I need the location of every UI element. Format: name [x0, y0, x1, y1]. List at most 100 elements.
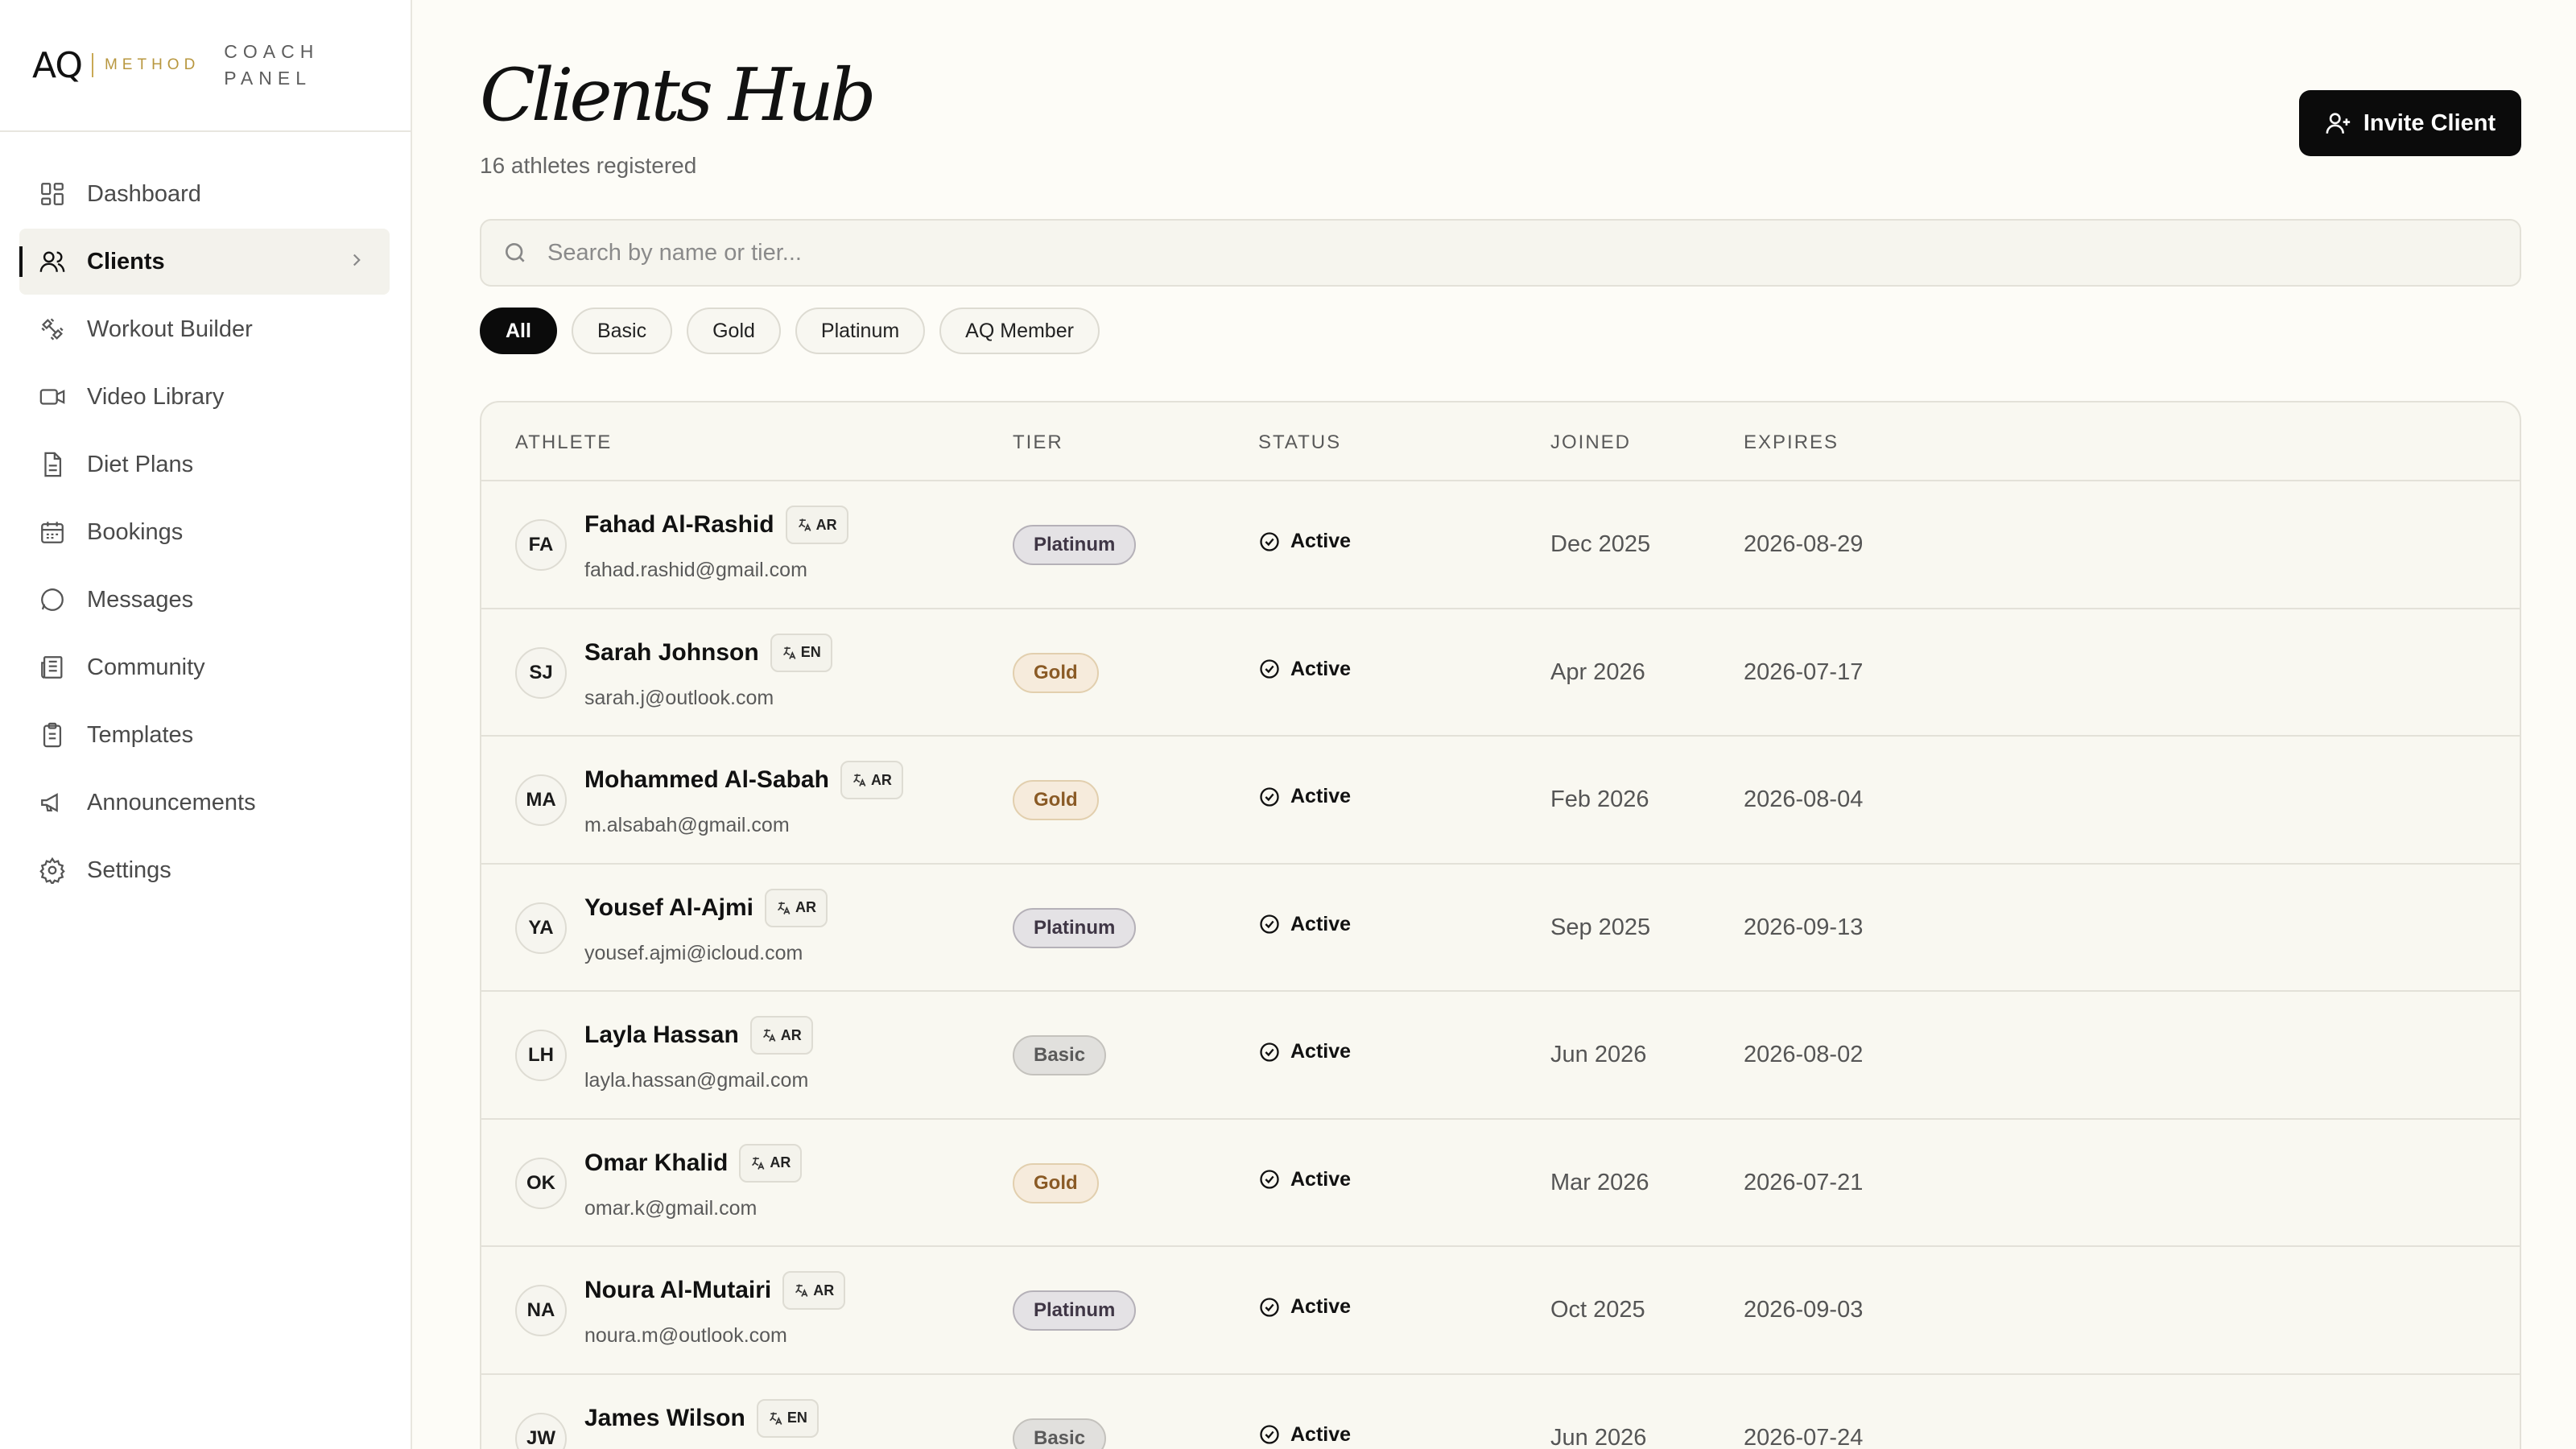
joined-date: Dec 2025 [1550, 531, 1651, 557]
tier-badge: Platinum [1013, 1290, 1137, 1331]
sidebar-item-label: Workout Builder [87, 316, 253, 342]
check-circle-icon [1258, 658, 1290, 680]
athlete-count: 16 athletes registered [480, 153, 697, 178]
megaphone-icon [39, 789, 66, 816]
expiry-date: 2026-09-03 [1744, 1297, 1864, 1323]
joined-date: Jun 2026 [1550, 1042, 1647, 1067]
language-badge: EN [756, 1398, 819, 1438]
table-row[interactable]: YA Yousef Al-Ajmi AR yousef.ajmi@icloud.com… [481, 865, 2520, 992]
brand-panel-label: COACH PANEL [224, 39, 319, 92]
sidebar-item-clients[interactable]: Clients [19, 229, 390, 295]
status-badge: Active [1258, 785, 1351, 808]
sidebar-nav: Dashboard Clients Workout Builder Video … [0, 132, 411, 903]
sidebar-item-workout-builder[interactable]: Workout Builder [19, 296, 390, 362]
filter-chip-gold[interactable]: Gold [687, 308, 781, 354]
sidebar-item-announcements[interactable]: Announcements [19, 770, 390, 836]
filter-chip-aq-member[interactable]: AQ Member [939, 308, 1100, 354]
athlete-name[interactable]: Omar Khalid [584, 1150, 728, 1177]
tier-filters: All Basic Gold Platinum AQ Member [480, 308, 1114, 354]
athlete-name[interactable]: Sarah Johnson [584, 639, 759, 667]
sidebar-item-diet-plans[interactable]: Diet Plans [19, 431, 390, 497]
status-label: Active [1290, 1295, 1352, 1318]
avatar: JW [515, 1412, 567, 1449]
filter-chip-basic[interactable]: Basic [571, 308, 673, 354]
athlete-name[interactable]: Noura Al-Mutairi [584, 1277, 771, 1304]
expiry-date: 2026-09-13 [1744, 914, 1864, 940]
column-header-tier[interactable]: TIER [1013, 431, 1063, 454]
calendar-icon [39, 518, 66, 546]
invite-client-label: Invite Client [2363, 109, 2496, 136]
table-row[interactable]: JW James Wilson EN Basic Active Jun 2026 2026-… [481, 1375, 2520, 1449]
athlete-name-line: Mohammed Al-Sabah AR [584, 761, 903, 799]
check-circle-icon [1258, 913, 1290, 935]
language-code: AR [813, 1282, 835, 1298]
sidebar-item-label: Video Library [87, 383, 225, 410]
translate-icon [797, 517, 816, 533]
column-header-joined[interactable]: JOINED [1550, 431, 1631, 454]
column-header-status[interactable]: STATUS [1258, 431, 1341, 454]
joined-date: Jun 2026 [1550, 1424, 1647, 1449]
status-label: Active [1290, 1167, 1352, 1191]
sidebar-item-bookings[interactable]: Bookings [19, 499, 390, 565]
column-header-athlete[interactable]: ATHLETE [515, 431, 612, 454]
table-row[interactable]: LH Layla Hassan AR layla.hassan@gmail.com Ba… [481, 992, 2520, 1120]
translate-icon [762, 1027, 781, 1043]
table-row[interactable]: MA Mohammed Al-Sabah AR m.alsabah@gmail.com… [481, 737, 2520, 865]
table-row[interactable]: FA Fahad Al-Rashid AR fahad.rashid@gmail.co… [481, 481, 2520, 609]
language-badge: AR [840, 761, 903, 799]
avatar: MA [515, 774, 567, 826]
translate-icon [750, 1155, 770, 1171]
sidebar-item-label: Dashboard [87, 180, 201, 207]
table-row[interactable]: SJ Sarah Johnson EN sarah.j@outlook.com Gold… [481, 609, 2520, 737]
avatar: SJ [515, 646, 567, 699]
sidebar-item-messages[interactable]: Messages [19, 567, 390, 633]
sidebar-item-settings[interactable]: Settings [19, 837, 390, 903]
status-label: Active [1290, 785, 1352, 807]
status-label: Active [1290, 530, 1352, 552]
avatar: YA [515, 902, 567, 954]
column-header-expires[interactable]: EXPIRES [1744, 431, 1839, 454]
sidebar-item-templates[interactable]: Templates [19, 702, 390, 768]
chevron-right-icon [353, 254, 361, 266]
translate-icon [782, 645, 801, 661]
expiry-date: 2026-08-29 [1744, 531, 1864, 557]
filter-chip-platinum[interactable]: Platinum [795, 308, 926, 354]
avatar: FA [515, 519, 567, 571]
clients-table: ATHLETE TIER STATUS JOINED EXPIRES FA Fah… [480, 401, 2521, 1449]
sidebar-item-community[interactable]: Community [19, 634, 390, 700]
sidebar-item-label: Settings [87, 857, 171, 883]
athlete-name[interactable]: James Wilson [584, 1405, 745, 1432]
expiry-date: 2026-07-17 [1744, 658, 1864, 685]
table-row[interactable]: NA Noura Al-Mutairi AR noura.m@outlook.com P… [481, 1247, 2520, 1375]
search-input[interactable] [547, 239, 2479, 266]
check-circle-icon [1258, 1423, 1290, 1446]
tier-badge: Gold [1013, 1162, 1099, 1203]
status-badge: Active [1258, 1295, 1351, 1319]
users-icon [39, 248, 66, 275]
athlete-name[interactable]: Fahad Al-Rashid [584, 511, 774, 539]
status-badge: Active [1258, 1168, 1351, 1191]
invite-client-button[interactable]: Invite Client [2299, 90, 2521, 156]
sidebar-item-label: Messages [87, 586, 194, 613]
joined-date: Mar 2026 [1550, 1169, 1649, 1195]
document-icon [39, 451, 66, 478]
brand-panel-line1: COACH [224, 41, 320, 62]
athlete-name[interactable]: Mohammed Al-Sabah [584, 766, 829, 794]
sidebar-item-label: Templates [87, 721, 194, 748]
check-circle-icon [1258, 1296, 1290, 1319]
status-badge: Active [1258, 1040, 1351, 1063]
athlete-email: omar.k@gmail.com [584, 1196, 758, 1220]
athlete-name[interactable]: Layla Hassan [584, 1022, 739, 1049]
language-badge: AR [739, 1143, 803, 1183]
athlete-email: yousef.ajmi@icloud.com [584, 941, 803, 964]
joined-date: Sep 2025 [1550, 914, 1651, 940]
tier-badge: Gold [1013, 780, 1099, 820]
search-icon [506, 243, 525, 262]
dashboard-icon [39, 180, 66, 208]
athlete-name[interactable]: Yousef Al-Ajmi [584, 894, 753, 922]
status-badge: Active [1258, 658, 1351, 681]
table-row[interactable]: OK Omar Khalid AR omar.k@gmail.com Gold Activ… [481, 1120, 2520, 1247]
filter-chip-all[interactable]: All [480, 308, 557, 354]
sidebar-item-video-library[interactable]: Video Library [19, 364, 390, 430]
sidebar-item-dashboard[interactable]: Dashboard [19, 161, 390, 227]
